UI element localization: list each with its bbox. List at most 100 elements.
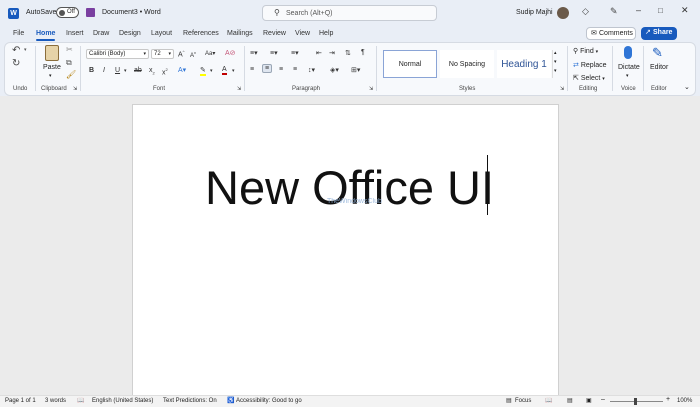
text-effects-icon[interactable]: A▾ [178,66,186,74]
tab-design[interactable]: Design [119,30,141,37]
font-launcher-icon[interactable]: ⇲ [237,86,241,92]
comments-button[interactable]: ✉ Comments [586,27,636,40]
pen-icon[interactable]: ✎ [610,6,618,17]
print-layout-icon[interactable]: ▤ [567,397,573,404]
document-page[interactable]: New Office UI TheWindowsClub [132,104,559,404]
bullets-icon[interactable]: ≡▾ [250,49,258,57]
save-icon[interactable] [86,8,95,17]
clipboard-launcher-icon[interactable]: ⇲ [73,86,77,92]
align-right-icon[interactable]: ≡ [279,66,283,73]
align-left-icon[interactable]: ≡ [250,66,254,73]
tab-review[interactable]: Review [263,30,286,37]
document-text[interactable]: New Office UI [205,160,494,215]
style-heading-1[interactable]: Heading 1 [497,50,551,78]
chevron-down-icon[interactable]: ▾ [554,59,557,65]
shading-icon[interactable]: ◈▾ [330,66,339,74]
select-button[interactable]: ⇱ Select ▾ [573,74,605,82]
tab-draw[interactable]: Draw [93,30,109,37]
subscript-icon[interactable]: x2 [149,67,155,75]
style-no-spacing[interactable]: No Spacing [440,50,494,78]
autosave-toggle[interactable]: Off [56,7,79,18]
accessibility-icon[interactable]: ♿ [227,397,234,404]
undo-icon[interactable]: ↶ [12,45,20,56]
highlight-dropdown-icon[interactable]: ▾ [210,68,213,74]
increase-indent-icon[interactable]: ⇥ [329,49,335,57]
tab-help[interactable]: Help [319,30,333,37]
paste-label[interactable]: Paste [43,64,61,71]
align-center-icon[interactable]: ≡ [262,64,273,73]
numbering-icon[interactable]: ≡▾ [270,49,278,57]
zoom-slider[interactable] [610,398,663,405]
user-name[interactable]: Sudip Majhi [516,9,553,16]
find-button[interactable]: ⚲ Find ▾ [573,47,598,55]
decrease-indent-icon[interactable]: ⇤ [316,49,322,57]
page-count[interactable]: Page 1 of 1 [5,398,36,404]
accessibility-status[interactable]: Accessibility: Good to go [236,398,302,404]
sort-icon[interactable]: ⇅ [345,49,351,57]
web-layout-icon[interactable]: ▣ [586,397,592,404]
line-spacing-icon[interactable]: ↕▾ [308,66,315,74]
font-size-dropdown[interactable]: 72 ▾ [151,49,174,59]
search-box[interactable]: ⚲ Search (Alt+Q) [262,5,437,21]
diamond-icon[interactable]: ◇ [582,6,589,17]
format-painter-icon[interactable]: 🖌 [66,70,76,79]
zoom-out-icon[interactable]: – [601,396,605,403]
zoom-slider-thumb[interactable] [634,398,637,405]
tab-file[interactable]: File [13,30,24,37]
avatar[interactable] [557,7,569,19]
text-predictions[interactable]: Text Predictions: On [163,398,217,404]
read-mode-icon[interactable]: 📖 [545,397,552,404]
tab-insert[interactable]: Insert [66,30,84,37]
cut-icon[interactable]: ✂ [66,45,73,54]
focus-icon[interactable]: ▤ [506,397,512,404]
focus-label[interactable]: Focus [515,398,531,404]
ribbon-collapse-icon[interactable]: ⌄ [684,83,690,91]
chevron-up-icon[interactable]: ▴ [554,50,557,56]
replace-button[interactable]: ⇄ Replace [573,61,607,69]
editor-icon[interactable]: ✎ [652,45,663,61]
tab-home[interactable]: Home [36,30,56,41]
paragraph-launcher-icon[interactable]: ⇲ [369,86,373,92]
tab-mailings[interactable]: Mailings [227,30,253,37]
multilevel-list-icon[interactable]: ≡▾ [291,49,299,57]
tab-layout[interactable]: Layout [151,30,172,37]
superscript-icon[interactable]: x2 [162,67,168,76]
style-normal[interactable]: Normal [383,50,437,78]
italic-icon[interactable]: I [103,67,105,74]
undo-dropdown-icon[interactable]: ▾ [24,47,27,53]
paste-icon[interactable] [45,45,59,61]
paste-dropdown-icon[interactable]: ▾ [49,73,52,79]
zoom-in-icon[interactable]: + [666,396,670,403]
strikethrough-icon[interactable]: ab [134,67,142,74]
bold-icon[interactable]: B [89,67,94,74]
clear-formatting-icon[interactable]: A⊘ [225,49,236,57]
borders-icon[interactable]: ⊞▾ [351,66,360,74]
minimize-icon[interactable]: – [636,5,641,15]
more-styles-icon[interactable]: ▾ [554,68,557,74]
editor-label[interactable]: Editor [650,64,668,71]
dictate-dropdown-icon[interactable]: ▾ [626,73,629,79]
close-icon[interactable]: ✕ [681,5,689,16]
font-color-dropdown-icon[interactable]: ▾ [232,68,235,74]
show-formatting-icon[interactable]: ¶ [361,49,365,56]
zoom-level[interactable]: 100% [677,398,692,404]
grow-font-icon[interactable]: A^ [178,49,185,58]
justify-icon[interactable]: ≡ [293,66,297,73]
redo-icon[interactable]: ↻ [12,58,20,69]
share-button[interactable]: ↗ Share [641,27,677,40]
tab-references[interactable]: References [183,30,219,37]
word-count[interactable]: 3 words [45,398,66,404]
proofing-icon[interactable]: 📖 [77,397,84,404]
copy-icon[interactable]: ⧉ [66,58,72,68]
tab-view[interactable]: View [295,30,310,37]
language[interactable]: English (United States) [92,398,153,404]
font-family-dropdown[interactable]: Calibri (Body) ▾ [86,49,149,59]
maximize-icon[interactable]: □ [658,6,663,15]
underline-icon[interactable]: U [115,67,120,74]
underline-dropdown-icon[interactable]: ▾ [124,68,127,74]
shrink-font-icon[interactable]: Av [190,50,196,59]
microphone-icon[interactable] [624,46,632,59]
change-case-icon[interactable]: Aa▾ [205,50,215,57]
styles-launcher-icon[interactable]: ⇲ [560,86,564,92]
dictate-label[interactable]: Dictate [618,64,640,71]
